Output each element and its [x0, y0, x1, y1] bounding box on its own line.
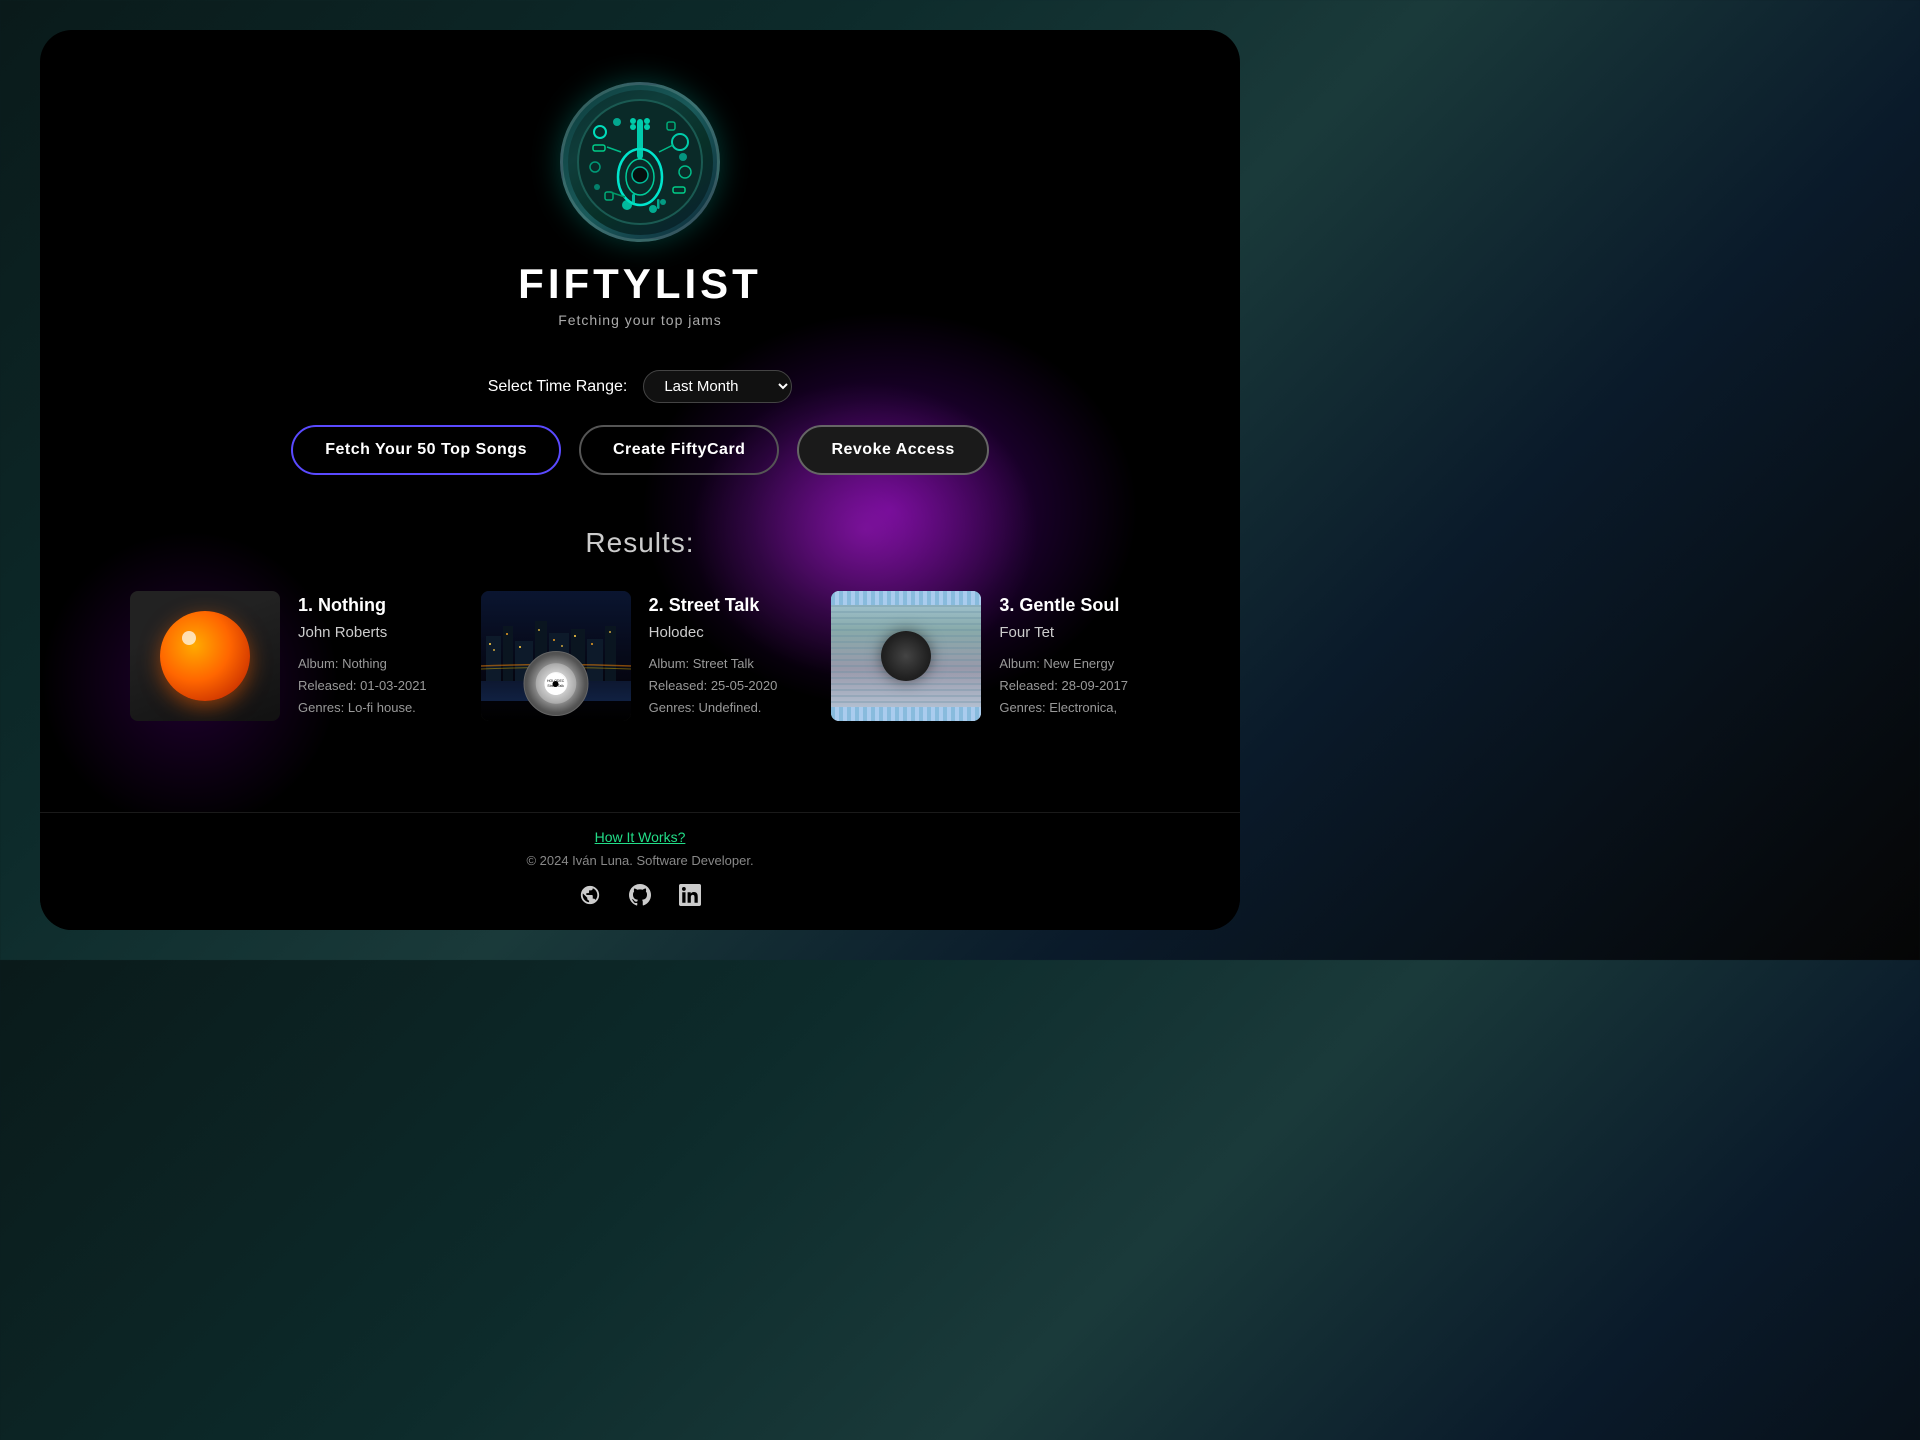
orange-ball-icon [160, 611, 250, 701]
song-album-2: Album: Street Talk [649, 653, 800, 675]
time-range-label: Select Time Range: [488, 378, 628, 396]
song-meta-3: Album: New Energy Released: 28-09-2017 G… [999, 653, 1150, 719]
song-rank-title-3: 3. Gentle Soul [999, 595, 1150, 616]
song-album-1: Album: Nothing [298, 653, 449, 675]
song-artwork-3 [831, 591, 981, 721]
results-heading: Results: [585, 527, 694, 559]
main-content: FIFTYLIST Fetching your top jams Select … [40, 30, 1240, 721]
holodec-vinyl: HOLODECStreet Talk [523, 651, 588, 716]
songs-grid: 1. Nothing John Roberts Album: Nothing R… [40, 591, 1240, 721]
holodec-artwork: HOLODECStreet Talk [481, 591, 631, 721]
song-artist-1: John Roberts [298, 624, 449, 641]
song-rank-title-2: 2. Street Talk [649, 595, 800, 616]
buttons-row: Fetch Your 50 Top Songs Create FiftyCard… [291, 425, 989, 475]
time-range-row: Select Time Range: Last Month Last 6 Mon… [488, 370, 793, 403]
song-released-1: Released: 01-03-2021 [298, 675, 449, 697]
create-fiftycard-button[interactable]: Create FiftyCard [579, 425, 779, 475]
song-genres-1: Genres: Lo-fi house. [298, 697, 449, 719]
song-released-2: Released: 25-05-2020 [649, 675, 800, 697]
logo-svg [575, 97, 705, 227]
song-info-2: 2. Street Talk Holodec Album: Street Tal… [649, 591, 800, 719]
linkedin-icon[interactable] [675, 880, 705, 910]
footer: How It Works? © 2024 Iván Luna. Software… [40, 812, 1240, 930]
song-artwork-1 [130, 591, 280, 721]
song-meta-1: Album: Nothing Released: 01-03-2021 Genr… [298, 653, 449, 719]
song-card-3: 3. Gentle Soul Four Tet Album: New Energ… [831, 591, 1150, 721]
gentlesoul-center-icon [881, 631, 931, 681]
song-artwork-2: HOLODECStreet Talk [481, 591, 631, 721]
time-range-select[interactable]: Last Month Last 6 Months All Time [643, 370, 792, 403]
song-album-3: Album: New Energy [999, 653, 1150, 675]
footer-icons [575, 880, 705, 910]
song-meta-2: Album: Street Talk Released: 25-05-2020 … [649, 653, 800, 719]
app-title: FIFTYLIST [518, 260, 762, 308]
song-released-3: Released: 28-09-2017 [999, 675, 1150, 697]
song-artist-3: Four Tet [999, 624, 1150, 641]
app-subtitle: Fetching your top jams [558, 312, 722, 328]
app-logo [560, 82, 720, 242]
song-artist-2: Holodec [649, 624, 800, 641]
footer-copyright: © 2024 Iván Luna. Software Developer. [526, 853, 753, 868]
portfolio-icon[interactable] [575, 880, 605, 910]
revoke-access-button[interactable]: Revoke Access [797, 425, 988, 475]
song-info-1: 1. Nothing John Roberts Album: Nothing R… [298, 591, 449, 719]
github-icon[interactable] [625, 880, 655, 910]
song-genres-3: Genres: Electronica, [999, 697, 1150, 719]
song-genres-2: Genres: Undefined. [649, 697, 800, 719]
app-container: FIFTYLIST Fetching your top jams Select … [40, 30, 1240, 930]
song-card-2: HOLODECStreet Talk 2. Street Talk Holode… [481, 591, 800, 721]
fetch-songs-button[interactable]: Fetch Your 50 Top Songs [291, 425, 561, 475]
gentlesoul-artwork [831, 591, 981, 721]
song-info-3: 3. Gentle Soul Four Tet Album: New Energ… [999, 591, 1150, 719]
song-rank-title-1: 1. Nothing [298, 595, 449, 616]
logo-inner [568, 90, 713, 235]
song-card-1: 1. Nothing John Roberts Album: Nothing R… [130, 591, 449, 721]
how-it-works-link[interactable]: How It Works? [595, 829, 686, 845]
